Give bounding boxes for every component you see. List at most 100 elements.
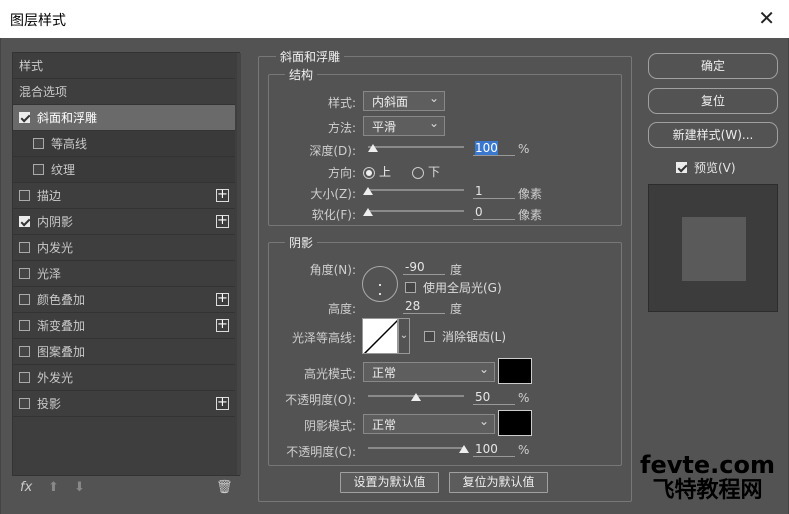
shadow-color-swatch[interactable] xyxy=(498,410,532,436)
soften-label: 软化(F): xyxy=(311,208,356,222)
structure-title: 结构 xyxy=(285,66,318,83)
altitude-input[interactable]: 28 xyxy=(403,298,445,314)
checkbox-icon[interactable] xyxy=(19,372,30,383)
checkbox-icon[interactable] xyxy=(19,346,30,357)
reset-default-button[interactable]: 复位为默认值 xyxy=(449,472,548,493)
direction-down-radio[interactable]: 下 xyxy=(412,163,440,180)
styles-scrollbar[interactable] xyxy=(237,53,241,475)
style-item-label: 内发光 xyxy=(37,241,74,255)
checkbox-icon[interactable] xyxy=(19,320,30,331)
style-item[interactable]: 等高线 xyxy=(13,131,235,157)
shadow-opacity-slider[interactable] xyxy=(368,447,464,449)
checkbox-checked-icon[interactable] xyxy=(19,216,30,227)
style-item-label: 斜面和浮雕 xyxy=(37,111,98,125)
style-item[interactable]: 图案叠加 xyxy=(13,339,235,365)
trash-icon[interactable]: 🗑 xyxy=(216,480,233,495)
highlight-opacity-input[interactable]: 50 xyxy=(473,389,515,405)
soften-slider[interactable] xyxy=(368,210,464,212)
style-item-label: 颜色叠加 xyxy=(37,293,86,307)
shadow-mode-select[interactable]: 正常 xyxy=(363,411,495,434)
altitude-unit: 度 xyxy=(450,302,463,316)
shadow-opacity-input[interactable]: 100 xyxy=(473,441,515,457)
checkbox-icon[interactable] xyxy=(33,138,44,149)
style-select[interactable]: 内斜面 xyxy=(363,88,445,111)
title-bar: 图层样式 ✕ xyxy=(0,0,789,38)
angle-dial[interactable] xyxy=(362,266,398,302)
depth-slider[interactable] xyxy=(368,146,464,148)
global-light-label: 使用全局光(G) xyxy=(423,281,502,295)
watermark-line1: fevte.com xyxy=(640,451,775,479)
depth-slider-thumb[interactable] xyxy=(367,144,378,152)
depth-label: 深度(D): xyxy=(309,144,356,158)
fx-icon[interactable]: fx xyxy=(20,480,32,495)
ok-button[interactable]: 确定 xyxy=(648,53,778,79)
radio-unchecked-icon xyxy=(412,166,424,179)
style-item[interactable]: 投影 + xyxy=(13,391,235,417)
angle-label: 角度(N): xyxy=(309,263,356,277)
shading-title: 阴影 xyxy=(285,234,318,251)
size-input[interactable]: 1 xyxy=(473,183,515,199)
add-icon[interactable]: + xyxy=(216,396,229,410)
checkbox-checked-icon[interactable] xyxy=(19,112,30,123)
add-icon[interactable]: + xyxy=(216,292,229,306)
style-item-label: 混合选项 xyxy=(19,85,68,99)
highlight-opacity-thumb[interactable] xyxy=(411,393,421,401)
make-default-button[interactable]: 设置为默认值 xyxy=(340,472,439,493)
direction-label: 方向: xyxy=(327,166,356,180)
size-slider[interactable] xyxy=(368,189,464,191)
style-item[interactable]: 内阴影 + xyxy=(13,209,235,235)
style-item[interactable]: 描边 + xyxy=(13,183,235,209)
checkbox-icon[interactable] xyxy=(19,398,30,409)
highlight-mode-select[interactable]: 正常 xyxy=(363,359,495,382)
checkbox-icon[interactable] xyxy=(19,190,30,201)
direction-down-label: 下 xyxy=(428,165,441,179)
style-item[interactable]: 内发光 xyxy=(13,235,235,261)
style-item[interactable]: 混合选项 xyxy=(13,79,235,105)
style-item[interactable]: 斜面和浮雕 xyxy=(13,105,235,131)
shadow-opacity-unit: % xyxy=(518,443,530,457)
styles-list: 样式 混合选项 斜面和浮雕 等高线 纹理 描边 + 内阴影 + 内发光 光泽 颜色叠加 + 渐变叠加 + 图案… xyxy=(12,52,241,476)
global-light-checkbox[interactable]: 使用全局光(G) xyxy=(405,279,502,296)
style-item-label: 样式 xyxy=(19,59,44,73)
reset-button[interactable]: 复位 xyxy=(648,88,778,114)
style-item[interactable]: 颜色叠加 + xyxy=(13,287,235,313)
style-item[interactable]: 纹理 xyxy=(13,157,235,183)
checkbox-icon[interactable] xyxy=(19,268,30,279)
add-icon[interactable]: + xyxy=(216,188,229,202)
soften-input[interactable]: 0 xyxy=(473,204,515,220)
gloss-contour-picker[interactable] xyxy=(362,318,398,354)
checkbox-icon[interactable] xyxy=(33,164,44,175)
highlight-opacity-label: 不透明度(O): xyxy=(285,393,356,407)
angle-unit: 度 xyxy=(450,263,463,277)
depth-input[interactable]: 100 xyxy=(473,140,515,156)
style-item[interactable]: 外发光 xyxy=(13,365,235,391)
shadow-opacity-thumb[interactable] xyxy=(459,445,469,453)
highlight-mode-value: 正常 xyxy=(372,366,397,380)
new-style-button[interactable]: 新建样式(W)... xyxy=(648,122,778,148)
close-icon[interactable]: ✕ xyxy=(758,6,775,30)
style-item[interactable]: 样式 xyxy=(13,53,235,79)
antialias-label: 消除锯齿(L) xyxy=(442,330,507,344)
add-icon[interactable]: + xyxy=(216,318,229,332)
highlight-color-swatch[interactable] xyxy=(498,358,532,384)
preview-checkbox[interactable]: 预览(V) xyxy=(676,159,736,176)
add-icon[interactable]: + xyxy=(216,214,229,228)
soften-slider-thumb[interactable] xyxy=(363,208,373,216)
shadow-opacity-label: 不透明度(C): xyxy=(286,445,356,459)
technique-select[interactable]: 平滑 xyxy=(363,113,445,136)
preview-label: 预览(V) xyxy=(694,161,736,175)
move-down-icon[interactable]: ⬇ xyxy=(74,480,85,495)
angle-input[interactable]: -90 xyxy=(403,259,445,275)
direction-up-label: 上 xyxy=(379,165,392,179)
checkbox-icon[interactable] xyxy=(19,242,30,253)
style-item[interactable]: 光泽 xyxy=(13,261,235,287)
size-slider-thumb[interactable] xyxy=(363,187,373,195)
style-item-label: 外发光 xyxy=(37,371,74,385)
move-up-icon[interactable]: ⬆ xyxy=(48,480,59,495)
direction-up-radio[interactable]: 上 xyxy=(363,163,391,180)
style-item[interactable]: 渐变叠加 + xyxy=(13,313,235,339)
style-select-value: 内斜面 xyxy=(372,95,409,109)
contour-dropdown-icon[interactable]: ⌄ xyxy=(398,318,410,354)
antialias-checkbox[interactable]: 消除锯齿(L) xyxy=(424,328,506,345)
checkbox-icon[interactable] xyxy=(19,294,30,305)
